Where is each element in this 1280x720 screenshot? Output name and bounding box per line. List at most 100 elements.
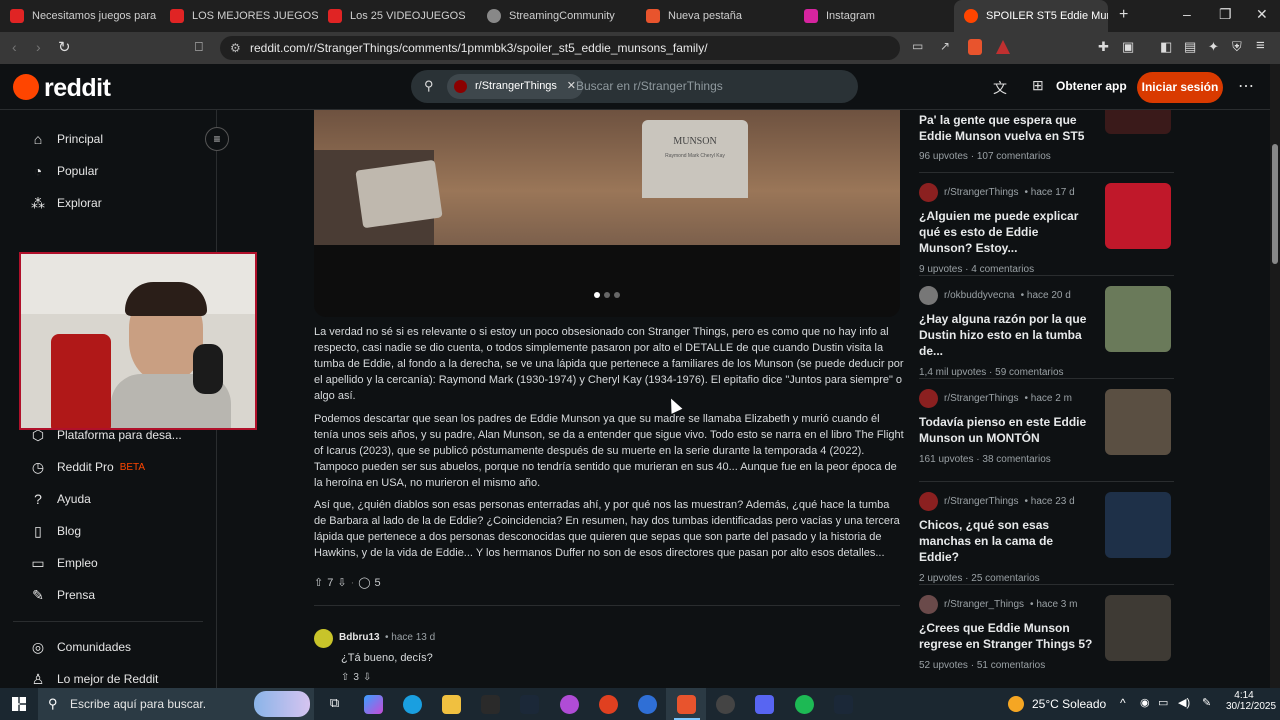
browser-tab[interactable]: Instagram (804, 0, 952, 32)
steam-icon[interactable] (520, 695, 539, 714)
spotify-icon[interactable] (795, 695, 814, 714)
ea-icon[interactable] (599, 695, 618, 714)
related-post-title[interactable]: Chicos, ¿qué son esas manchas en la cama… (919, 517, 1094, 565)
sidebar-item-explorar[interactable]: ⁂ Explorar (30, 195, 102, 211)
forward-icon[interactable]: › (36, 39, 41, 55)
copilot-icon[interactable] (364, 695, 383, 714)
related-post[interactable]: r/StrangerThings • hace 17 d ¿Alguien me … (919, 183, 1174, 275)
pen-icon[interactable]: ✎ (1202, 696, 1211, 709)
weather-text[interactable]: 25°C Soleado (1032, 697, 1106, 711)
bookmark-icon[interactable]: ⎕ (195, 39, 203, 55)
extensions-icon[interactable]: ✚ (1098, 39, 1109, 55)
carousel-dot[interactable] (614, 292, 620, 298)
sidebar-item-lo-mejor[interactable]: ♙ Lo mejor de Reddit (30, 671, 159, 687)
translate-icon[interactable]: 文 (993, 78, 1007, 98)
minimize-icon[interactable]: – (1183, 6, 1191, 22)
leo-icon[interactable]: ✦ (1208, 39, 1219, 55)
menu-icon[interactable]: ≡ (1256, 37, 1265, 54)
scrollbar-thumb[interactable] (1272, 144, 1278, 264)
reddit-logo-icon[interactable] (13, 74, 39, 100)
upvote-icon[interactable]: ⇧ (314, 576, 323, 589)
vpn-icon[interactable]: ⛨ (1232, 39, 1242, 55)
related-subreddit[interactable]: r/okbuddyvecna (944, 290, 1015, 301)
windows-start-icon[interactable] (12, 697, 26, 711)
more-options-icon[interactable]: ⋯ (1238, 76, 1254, 96)
browser-tab-active[interactable]: SPOILER ST5 Eddie Mun✕ (954, 0, 1108, 32)
file-explorer-icon[interactable] (442, 695, 461, 714)
tray-chevron-icon[interactable]: ^ (1120, 696, 1126, 710)
related-post-title[interactable]: ¿Alguien me puede explicar qué es esto d… (919, 208, 1094, 256)
related-post-title[interactable]: ¿Hay alguna razón por la que Dustin hizo… (919, 311, 1094, 359)
sidebar-item-prensa[interactable]: ✎ Prensa (30, 587, 95, 603)
media-icon[interactable]: ▣ (1122, 39, 1134, 55)
related-post-title[interactable]: Todavía pienso en este Eddie Munson un M… (919, 414, 1094, 446)
monitor-icon[interactable]: ▭ (1158, 696, 1168, 709)
volume-icon[interactable]: ◀) (1178, 696, 1190, 709)
sidebar-item-principal[interactable]: ⌂ Principal (30, 131, 103, 147)
cast-icon[interactable]: ▭ (912, 39, 923, 53)
related-thumbnail[interactable] (1105, 110, 1171, 134)
carousel-dot-active[interactable] (594, 292, 600, 298)
edge-icon[interactable] (403, 695, 422, 714)
new-tab-icon[interactable]: + (1119, 6, 1128, 24)
sidebar-item-ayuda[interactable]: ? Ayuda (30, 491, 91, 507)
browser-tab[interactable]: Los 25 VIDEOJUEGOS MÁS E (328, 0, 468, 32)
related-thumbnail[interactable] (1105, 286, 1171, 352)
related-subreddit[interactable]: r/StrangerThings (944, 496, 1018, 507)
sidebar-icon[interactable]: ◧ (1160, 39, 1172, 55)
network-icon[interactable]: ◉ (1140, 696, 1150, 709)
carousel-dot[interactable] (604, 292, 610, 298)
related-post-title[interactable]: Pa' la gente que espera que Eddie Munson… (919, 112, 1094, 144)
login-button[interactable]: Iniciar sesión (1137, 72, 1223, 103)
reddit-logo-text[interactable]: reddit (44, 74, 111, 103)
brave-rewards-icon[interactable] (996, 40, 1010, 54)
related-subreddit[interactable]: r/Stranger_Things (944, 599, 1024, 610)
related-thumbnail[interactable] (1105, 492, 1171, 558)
brave-icon[interactable] (677, 695, 696, 714)
discord-icon[interactable] (755, 695, 774, 714)
comment-username[interactable]: Bdbru13 (339, 632, 380, 643)
related-post-title[interactable]: ¿Crees que Eddie Munson regrese en Stran… (919, 620, 1094, 652)
subreddit-chip[interactable]: r/StrangerThings ✕ (447, 74, 583, 99)
back-icon[interactable]: ‹ (12, 39, 17, 55)
browser-tab[interactable]: Nueva pestaña (646, 0, 794, 32)
related-post[interactable]: r/StrangerThings • hace 2 m Todavía piens… (919, 389, 1174, 465)
related-post[interactable]: r/Stranger_Things • hace 3 m ¿Crees que E… (919, 595, 1174, 671)
close-window-icon[interactable]: ✕ (1256, 6, 1268, 23)
obs-icon[interactable] (716, 695, 735, 714)
related-post[interactable]: Pa' la gente que espera que Eddie Munson… (919, 110, 1174, 162)
related-subreddit[interactable]: r/StrangerThings (944, 393, 1018, 404)
remove-chip-icon[interactable]: ✕ (567, 74, 576, 99)
comment-icon[interactable]: ◯ (358, 576, 370, 589)
related-post[interactable]: r/okbuddyvecna • hace 20 d ¿Hay alguna ra… (919, 286, 1174, 378)
browser-tab[interactable]: LOS MEJORES JUEGOS DE C (170, 0, 318, 32)
collapse-sidebar-icon[interactable]: ≡ (205, 127, 229, 151)
downvote-icon[interactable]: ⇩ (363, 672, 371, 683)
page-scrollbar[interactable] (1270, 64, 1280, 688)
steam-icon[interactable] (834, 695, 853, 714)
sidebar-item-empleo[interactable]: ▭ Empleo (30, 555, 97, 571)
maximize-icon[interactable]: ❐ (1219, 6, 1232, 23)
post-media[interactable]: MUNSON Raymond Mark Cheryl Kay (314, 110, 900, 317)
battlenet-icon[interactable] (638, 695, 657, 714)
reload-icon[interactable]: ↻ (58, 38, 71, 56)
share-icon[interactable]: ↗ (940, 39, 950, 53)
browser-tab[interactable]: Necesitamos juegos para AP (10, 0, 158, 32)
upvote-icon[interactable]: ⇧ (341, 672, 349, 683)
taskbar-search[interactable]: ⚲ Escribe aquí para buscar. (38, 688, 314, 720)
get-app-button[interactable]: Obtener app (1056, 79, 1127, 93)
epic-games-icon[interactable] (481, 695, 500, 714)
clock[interactable]: 4:14 30/12/2025 (1226, 690, 1276, 712)
brave-shield-icon[interactable] (968, 39, 982, 55)
browser-tab[interactable]: StreamingCommunity (487, 0, 635, 32)
related-thumbnail[interactable] (1105, 595, 1171, 661)
task-view-icon[interactable]: ⧉ (325, 695, 344, 714)
discord-like-icon[interactable] (560, 695, 579, 714)
related-post[interactable]: r/StrangerThings • hace 23 d Chicos, ¿qué… (919, 492, 1174, 584)
related-thumbnail[interactable] (1105, 389, 1171, 455)
downvote-icon[interactable]: ⇩ (337, 576, 346, 589)
search-bar[interactable]: ⚲ r/StrangerThings ✕ Buscar en r/Strange… (411, 70, 858, 103)
url-field[interactable]: ⚙ reddit.com/r/StrangerThings/comments/1p… (220, 36, 900, 60)
sidebar-item-comunidades[interactable]: ◎ Comunidades (30, 639, 131, 655)
comment-avatar[interactable] (314, 629, 333, 648)
